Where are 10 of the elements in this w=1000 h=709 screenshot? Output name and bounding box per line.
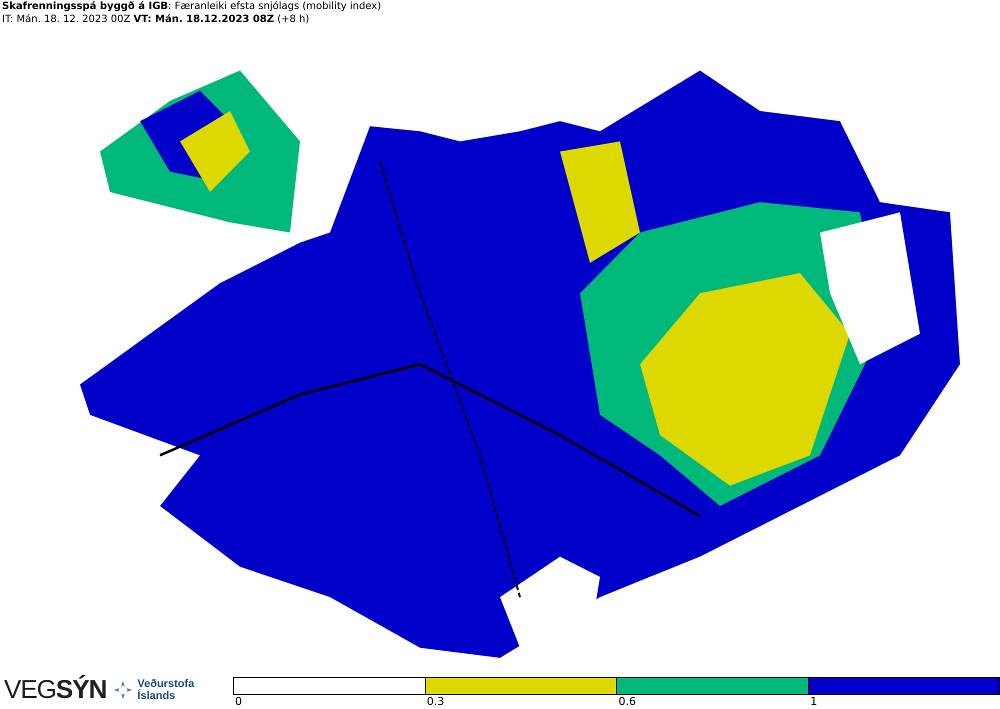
legend-label: 1 [810, 695, 818, 708]
arrows-logo-icon [112, 678, 134, 700]
forecast-time: IT: Mán. 18. 12. 2023 00Z VT: Mán. 18.12.2023 08Z (+8 h) [2, 13, 310, 26]
map-title: Skafrenningsspá byggð á IGB: Færanleiki efsta snjólags (mobility index) [2, 0, 382, 13]
legend-label: 0 [235, 695, 242, 708]
agency-name: Veðurstofa [137, 678, 194, 690]
legend-label: 0.3 [426, 695, 444, 708]
vegsyn-logo: VEGSÝN [4, 674, 106, 705]
legend-label: 0.6 [618, 695, 636, 708]
agency-name: Íslands [137, 690, 176, 702]
